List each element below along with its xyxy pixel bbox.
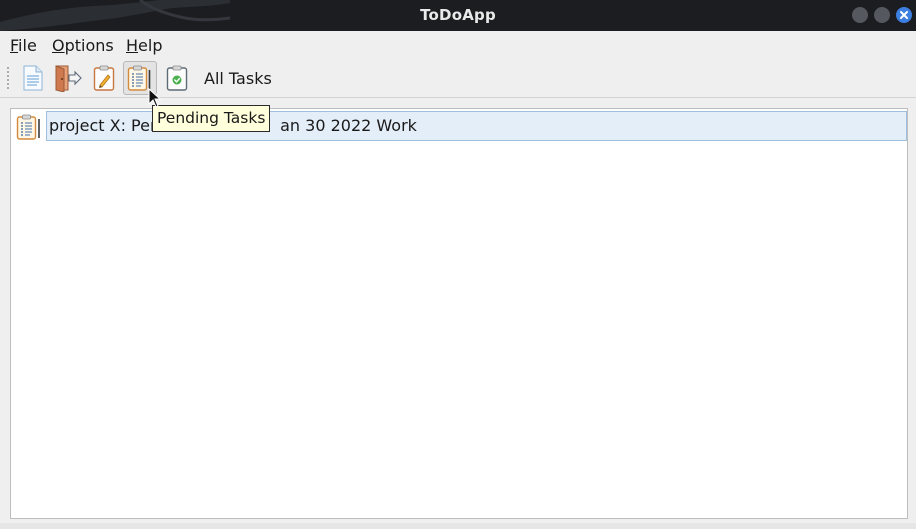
- minimize-button[interactable]: [852, 7, 868, 23]
- clipboard-check-icon: [166, 65, 188, 91]
- filter-label: All Tasks: [204, 69, 272, 88]
- mouse-cursor-icon: [148, 88, 162, 108]
- menu-options[interactable]: Options: [52, 36, 114, 55]
- close-icon: [900, 11, 908, 19]
- menu-help-label: elp: [138, 36, 163, 55]
- task-text-end: an 30 2022 Work: [280, 116, 417, 135]
- menu-options-mnemonic: O: [52, 36, 65, 55]
- new-task-button[interactable]: [16, 61, 50, 95]
- toolbar-grip-handle[interactable]: [6, 66, 10, 90]
- task-list[interactable]: project X: Pen an 30 2022 Work: [10, 108, 908, 519]
- document-icon: [23, 65, 43, 91]
- completed-tasks-button[interactable]: [160, 61, 194, 95]
- title-bar: ToDoApp: [0, 0, 916, 31]
- window-title: ToDoApp: [420, 6, 496, 24]
- task-text-start: project X: Pen: [49, 116, 161, 135]
- tooltip: Pending Tasks: [152, 105, 271, 132]
- exit-button[interactable]: [51, 61, 85, 95]
- window-bottom-edge: [0, 523, 916, 529]
- menu-bar: File Options Help: [0, 31, 916, 58]
- close-button[interactable]: [896, 7, 912, 23]
- toolbar: All Tasks: [0, 58, 916, 98]
- menu-file-mnemonic: F: [10, 36, 19, 55]
- menu-help-mnemonic: H: [126, 36, 139, 55]
- menu-file[interactable]: File: [10, 36, 37, 55]
- task-row[interactable]: project X: Pen an 30 2022 Work: [13, 111, 907, 142]
- door-exit-icon: [55, 65, 82, 92]
- clipboard-pencil-icon: [93, 65, 115, 91]
- menu-file-label: ile: [18, 36, 37, 55]
- edit-task-button[interactable]: [87, 61, 121, 95]
- maximize-button[interactable]: [874, 7, 890, 23]
- menu-options-label: ptions: [64, 36, 114, 55]
- clipboard-list-icon: [16, 114, 40, 140]
- menu-help[interactable]: Help: [126, 36, 162, 55]
